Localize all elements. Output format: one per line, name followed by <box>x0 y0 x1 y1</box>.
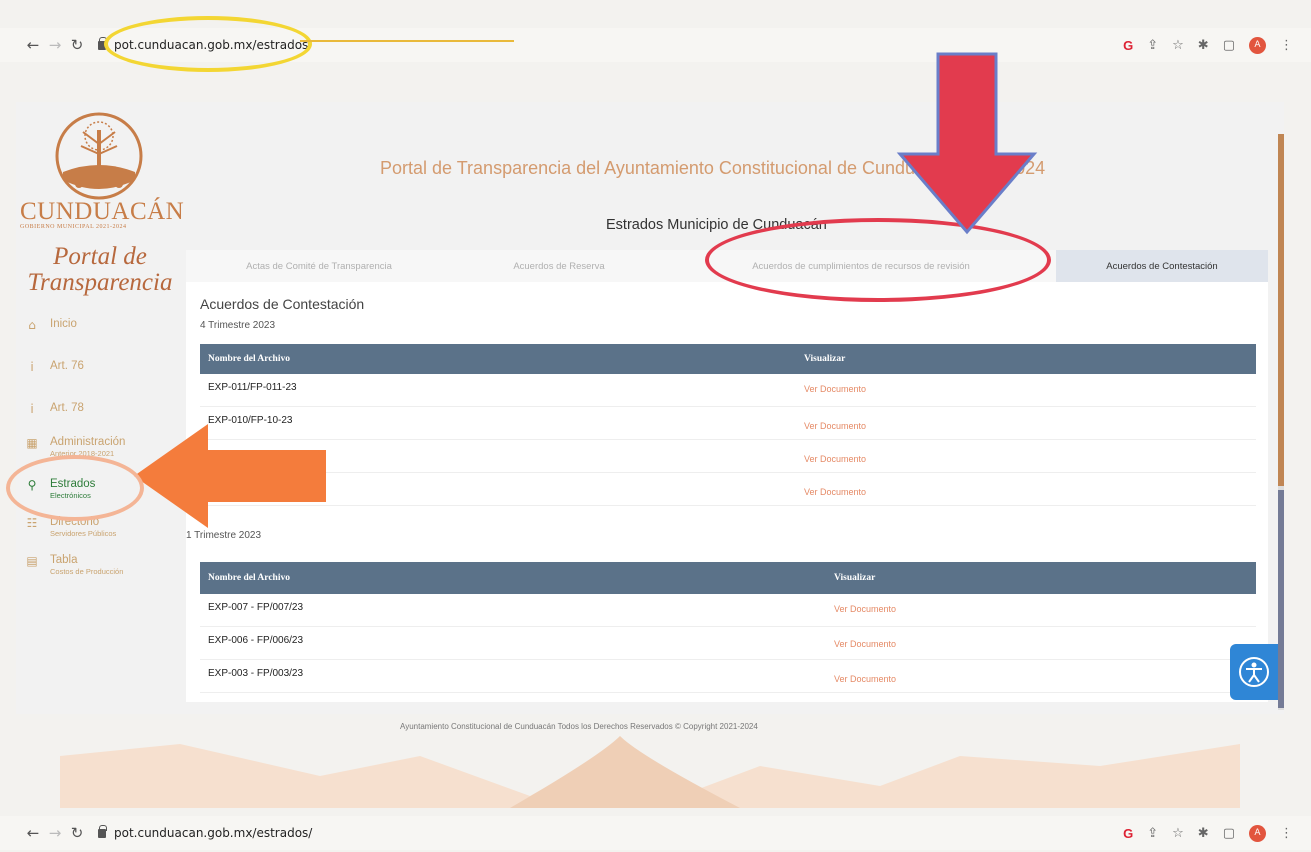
file-name: EXP-003 - FP/003/23 <box>208 668 304 679</box>
reload-icon[interactable]: ↻ <box>66 824 88 842</box>
file-name: EXP-011/FP-011-23 <box>208 382 297 393</box>
sidepanel-icon[interactable]: ▢ <box>1223 826 1235 841</box>
table-icon: ▤ <box>26 554 38 568</box>
table-row: EXP-006 - FP/006/23 Ver Documento <box>200 627 1256 660</box>
annotation-yellow-line <box>300 40 514 42</box>
url-text[interactable]: pot.cunduacan.gob.mx/estrados/ <box>114 826 312 840</box>
reload-icon[interactable]: ↻ <box>66 36 88 54</box>
sidebar-item-label: Art. 78 <box>50 402 84 414</box>
view-document-link[interactable]: Ver Documento <box>804 384 866 394</box>
star-icon[interactable]: ☆ <box>1172 38 1184 53</box>
forward-icon[interactable]: → <box>44 36 66 54</box>
sidebar-item-art-76[interactable]: i Art. 76 <box>24 360 84 374</box>
cunduacan-logo-icon <box>55 112 143 200</box>
file-name: EXP-007 - FP/007/23 <box>208 602 304 613</box>
annotation-red-arrow <box>896 52 1038 235</box>
extensions-icon[interactable]: ✱ <box>1198 826 1209 841</box>
sidebar-item-label: Tabla <box>50 554 78 566</box>
portal-title-line-1: Portal de <box>53 243 147 270</box>
sidebar-item-label: Administración <box>50 436 126 448</box>
tab-acuerdos-contestacion[interactable]: Acuerdos de Contestación <box>1056 250 1268 282</box>
home-icon: ⌂ <box>28 318 36 332</box>
documents-table: Nombre del Archivo Visualizar EXP-007 - … <box>200 562 1256 693</box>
view-document-link[interactable]: Ver Documento <box>834 674 896 684</box>
table-header: Nombre del Archivo Visualizar <box>200 562 1256 594</box>
view-document-link[interactable]: Ver Documento <box>834 604 896 614</box>
sidebar-item-inicio[interactable]: ⌂ Inicio <box>24 318 77 332</box>
table-header: Nombre del Archivo Visualizar <box>200 344 1256 374</box>
annotation-orange-circle <box>6 455 144 521</box>
content-heading: Acuerdos de Contestación <box>200 296 365 312</box>
sidepanel-icon[interactable]: ▢ <box>1223 38 1235 53</box>
google-icon[interactable]: G <box>1123 38 1133 53</box>
accessibility-button[interactable] <box>1230 644 1278 700</box>
view-document-link[interactable]: Ver Documento <box>804 487 866 497</box>
column-header-name: Nombre del Archivo <box>208 573 290 583</box>
table-row: Ver Documento <box>200 440 1256 473</box>
footer-text: Ayuntamiento Constitucional de Cunduacán… <box>400 722 758 731</box>
sidebar-item-art-78[interactable]: i Art. 78 <box>24 402 84 416</box>
table-row: EXP-011/FP-011-23 Ver Documento <box>200 374 1256 407</box>
menu-icon[interactable]: ⋮ <box>1280 826 1293 841</box>
view-document-link[interactable]: Ver Documento <box>804 421 866 431</box>
google-icon[interactable]: G <box>1123 826 1133 841</box>
back-icon[interactable]: ← <box>22 824 44 842</box>
calendar-icon: ▦ <box>26 436 38 450</box>
brand-subtitle: GOBIERNO MUNICIPAL 2021-2024 <box>20 224 127 230</box>
file-name: EXP-006 - FP/006/23 <box>208 635 304 646</box>
info-icon: i <box>30 402 34 416</box>
view-document-link[interactable]: Ver Documento <box>804 454 866 464</box>
info-icon: i <box>30 360 34 374</box>
period-label: 4 Trimestre 2023 <box>200 320 276 331</box>
address-bar[interactable]: pot.cunduacan.gob.mx/estrados/ <box>98 824 312 840</box>
sidebar-item-label: Inicio <box>50 318 77 330</box>
forward-icon[interactable]: → <box>44 824 66 842</box>
table-row: EXP-003 - FP/003/23 Ver Documento <box>200 660 1256 693</box>
share-icon[interactable]: ⇪ <box>1147 38 1158 53</box>
profile-icon[interactable]: A <box>1249 824 1266 842</box>
menu-icon[interactable]: ⋮ <box>1280 38 1293 53</box>
sidebar: CUNDUACÁN GOBIERNO MUNICIPAL 2021-2024 P… <box>16 104 184 696</box>
sidebar-item-sublabel: Costos de Producción <box>50 567 124 576</box>
column-header-view: Visualizar <box>834 573 876 583</box>
scrollbar-thumb[interactable] <box>1278 134 1284 486</box>
star-icon[interactable]: ☆ <box>1172 826 1184 841</box>
sidebar-item-tabla[interactable]: ▤ Tabla Costos de Producción <box>24 554 123 576</box>
table-row: Ver Documento <box>200 473 1256 506</box>
portal-title-line-2: Transparencia <box>27 269 173 296</box>
column-header-view: Visualizar <box>804 354 846 364</box>
accessibility-icon <box>1239 657 1269 687</box>
tab-actas-comite[interactable]: Actas de Comité de Transparencia <box>186 250 452 282</box>
table-row: EXP-010/FP-10-23 Ver Documento <box>200 407 1256 440</box>
table-row: EXP-007 - FP/007/23 Ver Documento <box>200 594 1256 627</box>
brand-name: CUNDUACÁN <box>20 198 185 225</box>
browser-toolbar-bottom: ← → ↻ pot.cunduacan.gob.mx/estrados/ G ⇪… <box>0 816 1311 850</box>
decorative-mountains <box>60 736 1240 808</box>
annotation-orange-arrow <box>134 424 326 528</box>
people-icon: ☷ <box>26 516 38 530</box>
annotation-yellow-oval <box>104 16 312 72</box>
portal-title: Portal de Transparencia <box>16 244 184 296</box>
column-header-name: Nombre del Archivo <box>208 354 290 364</box>
sidebar-item-sublabel: Servidores Públicos <box>50 529 117 538</box>
lock-icon <box>98 824 107 838</box>
sidebar-item-label: Art. 76 <box>50 360 84 372</box>
scrollbar-lower <box>1278 490 1284 708</box>
documents-table: Nombre del Archivo Visualizar EXP-011/FP… <box>200 344 1256 506</box>
back-icon[interactable]: ← <box>22 36 44 54</box>
content-panel: Acuerdos de Contestación 4 Trimestre 202… <box>186 282 1268 702</box>
extensions-icon[interactable]: ✱ <box>1198 38 1209 53</box>
profile-icon[interactable]: A <box>1249 36 1266 54</box>
share-icon[interactable]: ⇪ <box>1147 826 1158 841</box>
view-document-link[interactable]: Ver Documento <box>834 639 896 649</box>
tab-acuerdos-reserva[interactable]: Acuerdos de Reserva <box>452 250 666 282</box>
